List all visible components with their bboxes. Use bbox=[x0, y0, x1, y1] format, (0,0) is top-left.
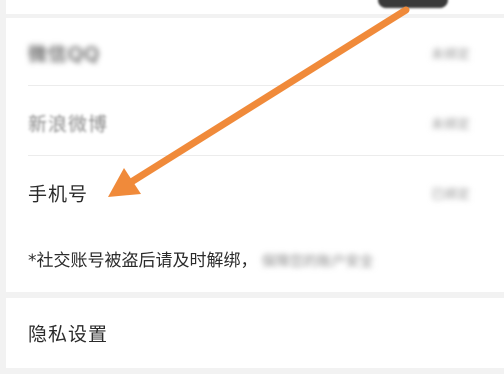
account-binding-card: 微信QQ 未绑定 新浪微博 未绑定 手机号 已绑定 *社交账号被盗后请及时解绑，… bbox=[6, 18, 504, 292]
privacy-settings-label: 隐私设置 bbox=[28, 323, 109, 346]
weibo-status: 未绑定 bbox=[430, 117, 470, 133]
weibo-label: 新浪微博 bbox=[28, 113, 109, 136]
unbind-notice-text: *社交账号被盗后请及时解绑， bbox=[28, 251, 258, 271]
phone-binding-row[interactable]: 手机号 已绑定 bbox=[6, 160, 504, 226]
binding-row-1-label: 微信QQ bbox=[28, 43, 100, 66]
top-toggle-clipped[interactable] bbox=[378, 0, 448, 8]
row-divider bbox=[28, 155, 504, 156]
unbind-notice: *社交账号被盗后请及时解绑， 保障您的账户安全 bbox=[28, 246, 374, 271]
unbind-notice-tail: 保障您的账户安全 bbox=[261, 254, 374, 270]
settings-screen: 微信QQ 未绑定 新浪微博 未绑定 手机号 已绑定 *社交账号被盗后请及时解绑，… bbox=[0, 0, 504, 374]
privacy-settings-row[interactable]: 隐私设置 bbox=[6, 298, 504, 368]
phone-label: 手机号 bbox=[28, 183, 89, 206]
phone-status: 已绑定 bbox=[430, 187, 470, 203]
row-divider bbox=[28, 85, 504, 86]
binding-row-1-status: 未绑定 bbox=[430, 47, 470, 63]
top-row-clipped bbox=[6, 0, 504, 14]
weibo-binding-row[interactable]: 新浪微博 未绑定 bbox=[6, 90, 504, 156]
binding-row-1[interactable]: 微信QQ 未绑定 bbox=[6, 20, 504, 86]
